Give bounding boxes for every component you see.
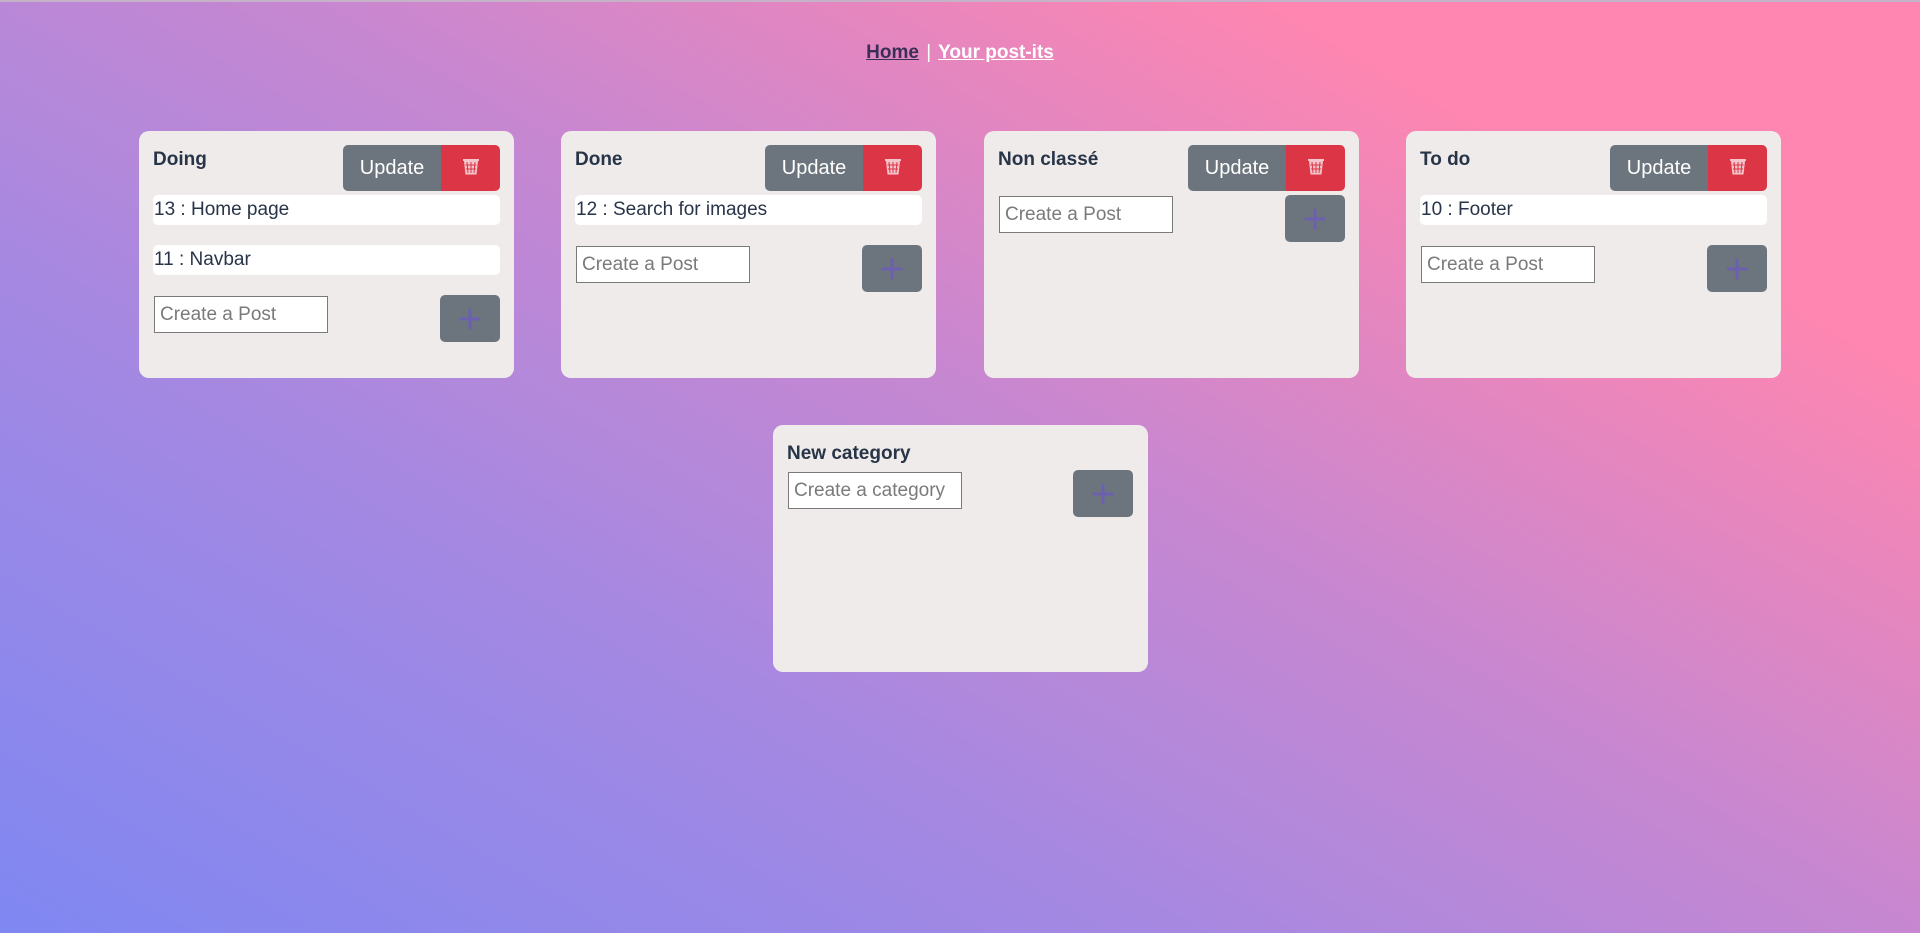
plus-icon [881, 258, 903, 280]
category-title: To do [1420, 149, 1471, 170]
nav-home-link[interactable]: Home [866, 42, 919, 63]
create-post-input[interactable] [1421, 246, 1595, 283]
delete-button[interactable] [1708, 145, 1767, 191]
category-title: Non classé [998, 149, 1099, 170]
create-post-input[interactable] [154, 296, 328, 333]
add-category-button[interactable] [1073, 470, 1133, 517]
add-post-button[interactable] [862, 245, 922, 292]
update-button[interactable]: Update [1188, 145, 1286, 191]
new-category-card: New category [773, 425, 1148, 672]
category-title: Doing [153, 149, 207, 170]
plus-icon [459, 308, 481, 330]
category-card-doing: Doing Update 13 : Home page 11 : Navbar [139, 131, 514, 378]
update-button[interactable]: Update [343, 145, 441, 191]
nav-posts-link[interactable]: Your post-its [938, 42, 1054, 63]
add-post-button[interactable] [1707, 245, 1767, 292]
post-item[interactable]: 10 : Footer [1420, 195, 1767, 225]
top-border [0, 0, 1920, 2]
category-card-non-classe: Non classé Update [984, 131, 1359, 378]
nav-separator: | [926, 42, 932, 63]
create-category-input[interactable] [788, 472, 962, 509]
trash-icon [1728, 156, 1748, 181]
delete-button[interactable] [441, 145, 500, 191]
delete-button[interactable] [863, 145, 922, 191]
delete-button[interactable] [1286, 145, 1345, 191]
category-title: Done [575, 149, 623, 170]
category-card-to-do: To do Update 10 : Footer [1406, 131, 1781, 378]
update-button[interactable]: Update [1610, 145, 1708, 191]
plus-icon [1092, 483, 1114, 505]
post-item[interactable]: 13 : Home page [153, 195, 500, 225]
plus-icon [1726, 258, 1748, 280]
add-post-button[interactable] [1285, 195, 1345, 242]
plus-icon [1304, 208, 1326, 230]
create-post-input[interactable] [999, 196, 1173, 233]
top-nav: Home | Your post-its [0, 42, 1920, 64]
category-card-done: Done Update 12 : Search for images [561, 131, 936, 378]
post-item[interactable]: 11 : Navbar [153, 245, 500, 275]
new-category-title: New category [787, 443, 911, 464]
add-post-button[interactable] [440, 295, 500, 342]
trash-icon [1306, 156, 1326, 181]
create-post-input[interactable] [576, 246, 750, 283]
post-item[interactable]: 12 : Search for images [575, 195, 922, 225]
trash-icon [883, 156, 903, 181]
trash-icon [461, 156, 481, 181]
update-button[interactable]: Update [765, 145, 863, 191]
